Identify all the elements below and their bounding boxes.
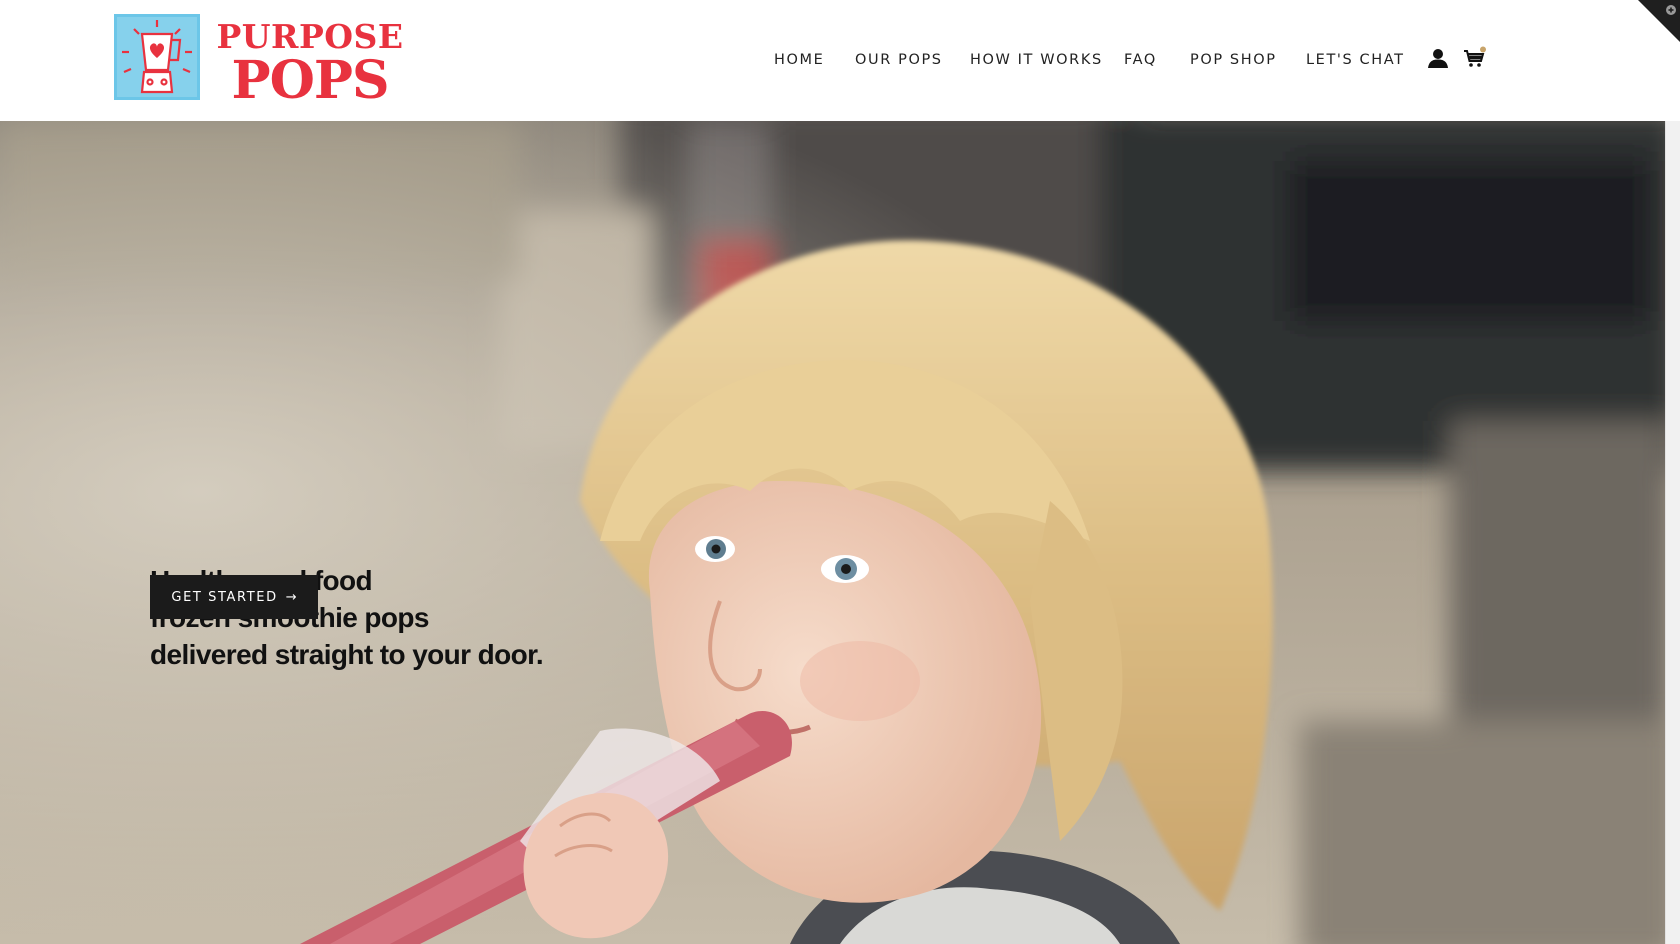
nav-faq[interactable]: FAQ [1124, 48, 1157, 72]
arrow-right-icon: → [285, 589, 297, 605]
hero-section: Healthy, real food frozen smoothie pops … [0, 121, 1665, 944]
page-scrollbar[interactable] [1665, 121, 1680, 944]
hero-photo [0, 121, 1665, 944]
nav-home[interactable]: HOME [774, 48, 824, 72]
purpose-pops-logo[interactable]: PURPOSE POPS [114, 14, 414, 102]
cart-icon[interactable] [1462, 46, 1486, 70]
headline-line-3: delivered straight to your door. [150, 639, 544, 670]
site-header: PURPOSE POPS HOME OUR POPS HOW IT WORKS … [0, 0, 1680, 121]
nav-pop-shop[interactable]: POP SHOP [1190, 48, 1277, 72]
svg-text:POPS: POPS [231, 50, 388, 102]
get-started-label: GET STARTED [171, 589, 278, 605]
user-icon[interactable] [1426, 46, 1450, 70]
corner-badge-icon[interactable] [1638, 0, 1680, 42]
nav-lets-chat[interactable]: LET'S CHAT [1306, 48, 1405, 72]
nav-how-it-works[interactable]: HOW IT WORKS [970, 48, 1103, 72]
get-started-button[interactable]: GET STARTED → [150, 575, 318, 619]
nav-our-pops[interactable]: OUR POPS [855, 48, 943, 72]
